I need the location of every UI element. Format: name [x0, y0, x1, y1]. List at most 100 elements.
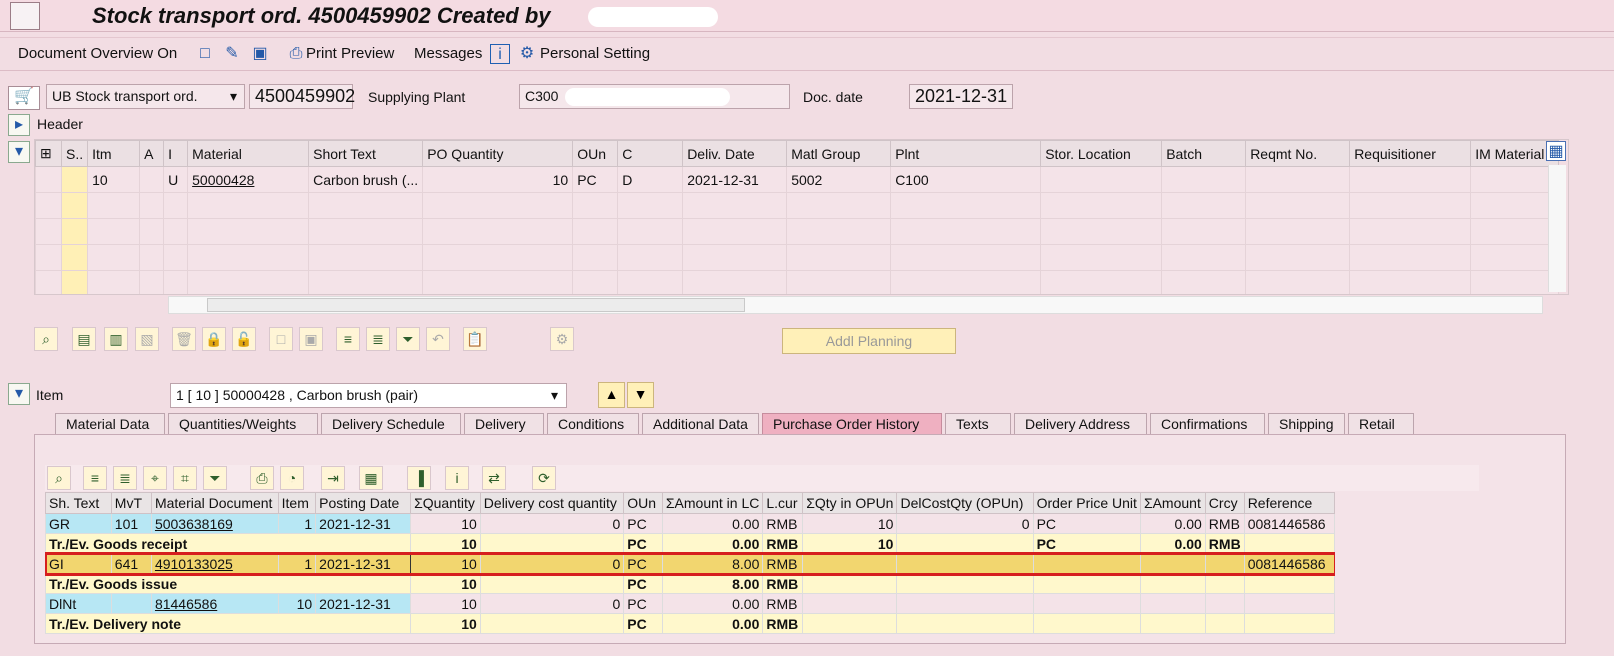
item[interactable]: 10	[277, 593, 317, 614]
messages-button[interactable]: Messages	[414, 45, 482, 62]
posting-date[interactable]: 2021-12-31	[315, 593, 412, 614]
history-col-amount-lc[interactable]: ΣAmount in LC	[661, 492, 764, 514]
qty-opun[interactable]: 10	[802, 513, 898, 534]
doc-overview-button[interactable]: Document Overview On	[18, 45, 177, 62]
items-expand-icon[interactable]: ▾	[8, 141, 30, 163]
posting-date[interactable]: 2021-12-31	[315, 513, 412, 534]
local-currency[interactable]: RMB	[762, 593, 804, 614]
item[interactable]: 1	[277, 513, 317, 534]
history-col-order-price-unit[interactable]: Order Price Unit	[1032, 492, 1141, 514]
status-cell[interactable]	[60, 166, 89, 193]
delcostqty-opun[interactable]: 0	[896, 513, 1034, 534]
amount-lc[interactable]: 0.00	[661, 593, 764, 614]
items-col-c[interactable]: C	[617, 140, 684, 167]
table-row[interactable]: Tr./Ev. Delivery note 10 PC 0.00 RMB	[45, 613, 1335, 634]
variant-icon[interactable]: ⇄	[482, 466, 506, 490]
item-details-icon[interactable]: ⌕	[34, 327, 58, 351]
item-number[interactable]: 10	[87, 166, 141, 193]
history-col-crcy[interactable]: Crcy	[1204, 492, 1245, 514]
items-col-i[interactable]: I	[163, 140, 189, 167]
reference[interactable]: 0081446586	[1243, 553, 1335, 574]
select-all-icon[interactable]: □	[269, 327, 293, 351]
table-row[interactable]: 10 U 50000428 Carbon brush (... 10 PC D …	[35, 166, 1560, 193]
table-row[interactable]: Tr./Ev. Goods issue 10 PC 8.00 RMB	[45, 573, 1335, 594]
app-menu-icon[interactable]	[10, 2, 40, 30]
table-row[interactable]: GI 641 4910133025 1 2021-12-31 10 0 PC 8…	[45, 551, 1335, 576]
paste-item-icon[interactable]: ▥	[104, 327, 128, 351]
table-settings-icon[interactable]: ▦	[1546, 141, 1566, 161]
scroll-thumb[interactable]	[207, 298, 745, 312]
table-row[interactable]	[35, 218, 1560, 245]
personal-setting-button[interactable]: Personal Setting	[540, 45, 650, 62]
delete-icon[interactable]: 🗑	[172, 327, 196, 351]
display-change-icon[interactable]: ▣	[250, 44, 270, 64]
row-selector-header[interactable]: ⊞	[35, 140, 62, 167]
material-link[interactable]: 50000428	[187, 166, 310, 193]
views-icon[interactable]: ◔	[280, 466, 304, 490]
document-type-select[interactable]: UB Stock transport ord. ▾	[46, 84, 245, 109]
supplying-plant-field[interactable]: C300	[519, 84, 790, 109]
amount[interactable]	[1139, 553, 1206, 574]
export-icon[interactable]: ⇥	[321, 466, 345, 490]
chart-icon[interactable]: ▐	[407, 466, 431, 490]
delivery-cost-quantity[interactable]: 0	[479, 553, 625, 574]
requisitioner[interactable]	[1349, 166, 1472, 193]
reference[interactable]: 0081446586	[1243, 513, 1335, 534]
layout-icon[interactable]: ▦	[359, 466, 383, 490]
shopping-cart-icon[interactable]: 🛒	[8, 86, 40, 110]
item-category[interactable]	[139, 166, 165, 193]
sort-descending-icon[interactable]: ≣	[113, 466, 137, 490]
sort-ascending-icon[interactable]: ≡	[336, 327, 360, 351]
refresh-icon[interactable]: ⟳	[532, 466, 556, 490]
short-text[interactable]: Carbon brush (...	[308, 166, 424, 193]
items-col-oun[interactable]: OUn	[572, 140, 619, 167]
order-unit[interactable]: PC	[623, 593, 663, 614]
material-document-link[interactable]: 81446586	[150, 593, 279, 614]
block-icon[interactable]: 🔒	[202, 327, 226, 351]
material-group[interactable]: 5002	[786, 166, 892, 193]
details-icon[interactable]: ⌕	[47, 466, 71, 490]
delivery-cost-quantity[interactable]: 0	[479, 513, 625, 534]
history-col-material-document[interactable]: Material Document	[150, 492, 279, 514]
history-col-reference[interactable]: Reference	[1243, 492, 1335, 514]
print-icon[interactable]: ⎙	[250, 466, 274, 490]
quantity[interactable]: 10	[410, 513, 481, 534]
po-quantity[interactable]: 10	[422, 166, 574, 193]
items-col-itm[interactable]: Itm	[87, 140, 141, 167]
table-row[interactable]	[35, 192, 1560, 219]
chevron-down-icon[interactable]: ▾	[230, 85, 237, 108]
row-selector[interactable]	[35, 166, 62, 193]
items-col-po-quantity[interactable]: PO Quantity	[422, 140, 574, 167]
short-text[interactable]: DlNt	[45, 593, 112, 614]
items-col-stor-location[interactable]: Stor. Location	[1040, 140, 1163, 167]
order-unit[interactable]: PC	[572, 166, 619, 193]
history-col-delcostqty-opun[interactable]: DelCostQty (OPUn)	[896, 492, 1034, 514]
items-col-batch[interactable]: Batch	[1161, 140, 1247, 167]
currency[interactable]: RMB	[1204, 513, 1245, 534]
material-document-link[interactable]: 5003638169	[150, 513, 279, 534]
quantity[interactable]: 10	[410, 553, 481, 574]
print-preview-button[interactable]: Print Preview	[306, 45, 394, 62]
history-col-posting-date[interactable]: Posting Date	[315, 492, 412, 514]
short-text[interactable]: GR	[45, 513, 112, 534]
sort-descending-icon[interactable]: ≣	[366, 327, 390, 351]
deselect-all-icon[interactable]: ▣	[299, 327, 323, 351]
posting-date[interactable]: 2021-12-31	[315, 553, 412, 574]
po-number-field[interactable]: 4500459902	[249, 84, 355, 109]
copy-item-icon[interactable]: ▤	[72, 327, 96, 351]
qty-opun[interactable]	[802, 553, 898, 574]
find-next-icon[interactable]: ⌗	[173, 466, 197, 490]
find-icon[interactable]: ⌖	[143, 466, 167, 490]
addl-planning-button[interactable]: Addl Planning	[782, 328, 956, 354]
items-col-short-text[interactable]: Short Text	[308, 140, 424, 167]
material-document-link[interactable]: 4910133025	[150, 553, 279, 574]
movement-type[interactable]	[110, 593, 152, 614]
doc-date-field[interactable]: 2021-12-31	[909, 84, 1013, 109]
order-price-unit[interactable]	[1032, 553, 1141, 574]
qty-opun[interactable]	[802, 593, 898, 614]
filter-icon[interactable]: ⏷	[396, 327, 420, 351]
services-icon[interactable]: ⚙	[550, 327, 574, 351]
movement-type[interactable]: 641	[110, 553, 152, 574]
history-col-lcur[interactable]: L.cur	[762, 492, 804, 514]
clipboard-icon[interactable]: 📋	[463, 327, 487, 351]
